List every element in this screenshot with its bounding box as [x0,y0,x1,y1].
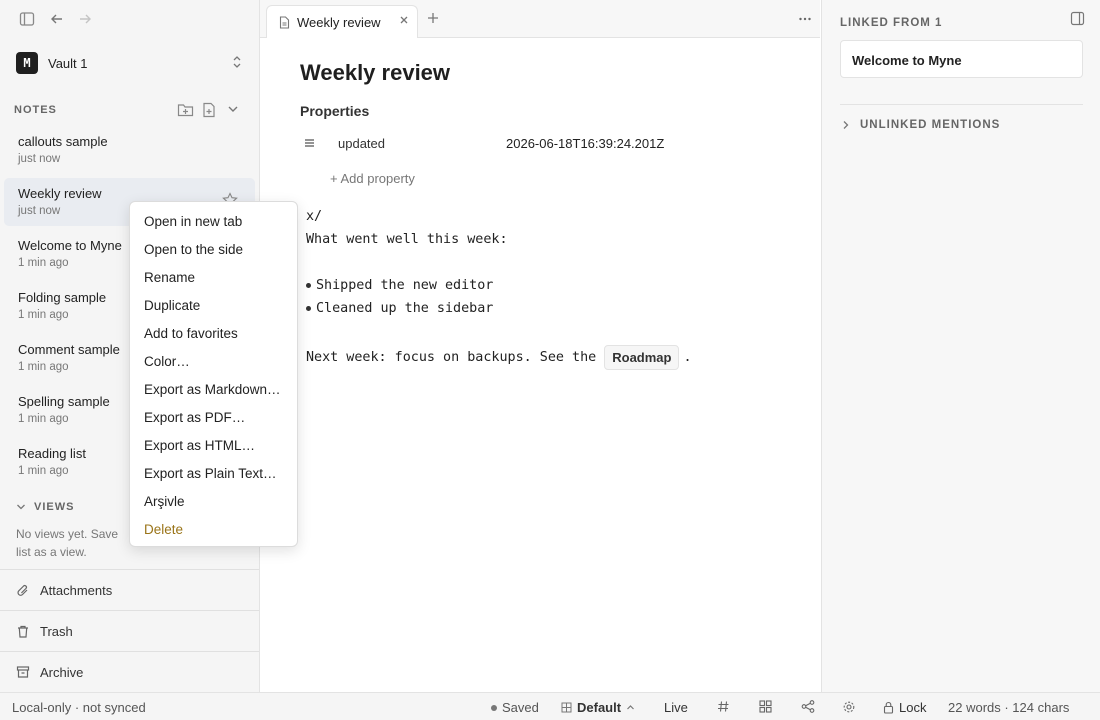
vault-switcher[interactable]: M Vault 1 [8,50,252,76]
linked-note-card[interactable]: Welcome to Myne [840,40,1083,78]
property-value[interactable]: 2026-06-18T16:39:24.201Z [506,136,664,151]
properties-heading: Properties [300,103,370,119]
back-arrow-icon[interactable] [48,10,66,28]
roadmap-link[interactable]: Roadmap [604,345,680,370]
editor-line[interactable]: Next week: focus on backups. See the Roa… [306,345,692,370]
note-context-menu: Open in new tab Open to the side Rename … [129,201,298,547]
list-item-text: Cleaned up the sidebar [316,301,494,316]
trash-icon [16,624,30,639]
more-options-icon[interactable] [798,12,812,26]
status-bar: Local-only · not synced Saved Default Li… [0,692,1100,720]
bullet-dot [306,283,311,288]
settings-gear-icon[interactable] [842,700,856,714]
chevron-up-down-icon [232,55,242,69]
chevron-up-icon [626,704,635,711]
list-item-text: Shipped the new editor [316,278,494,293]
notes-heading: NOTES [14,104,57,116]
archive-icon [16,665,30,679]
vault-name: Vault 1 [48,55,88,71]
new-note-icon[interactable] [202,102,216,118]
tab-label: Weekly review [297,14,381,30]
lock-icon [883,701,894,714]
linked-from-heading: LINKED FROM 1 [840,17,943,29]
saved-dot [491,704,497,711]
tab-weekly-review[interactable]: Weekly review [266,5,418,38]
graph-share-icon[interactable] [801,700,815,713]
chevron-down-icon[interactable] [227,104,239,114]
theme-selector[interactable]: Default [561,700,635,715]
editor-line[interactable]: x/ [306,209,322,224]
note-item-callouts-sample[interactable]: callouts sample just now [4,126,255,174]
editor-pane[interactable]: Weekly review Properties updated 2026-06… [260,38,820,692]
trash-label: Trash [40,623,73,639]
toggle-right-panel-icon[interactable] [1070,11,1085,26]
document-icon [279,15,290,29]
unlinked-mentions-heading: UNLINKED MENTIONS [860,119,1001,131]
new-folder-icon[interactable] [177,102,194,117]
trash-link[interactable]: Trash [0,610,259,651]
menu-item-delete[interactable]: Delete [130,515,297,543]
menu-item-export-pdf[interactable]: Export as PDF… [130,403,297,431]
saved-indicator: Saved [491,700,539,715]
vault-badge: M [16,52,38,74]
note-title: callouts sample [18,134,108,149]
paperclip-icon [16,583,30,598]
note-title: Weekly review [18,186,102,201]
menu-item-export-markdown[interactable]: Export as Markdown… [130,375,297,403]
attachments-label: Attachments [40,582,113,598]
views-heading: VIEWS [34,501,75,513]
hashtag-icon[interactable] [717,700,730,713]
menu-item-export-html[interactable]: Export as HTML… [130,431,297,459]
archive-link[interactable]: Archive [0,651,259,692]
lock-button[interactable]: Lock [883,700,926,715]
menu-item-duplicate[interactable]: Duplicate [130,291,297,319]
grid-view-icon[interactable] [759,700,772,713]
word-char-count: 22 words · 124 chars [948,700,1070,715]
attachments-link[interactable]: Attachments [0,569,259,610]
property-row[interactable]: updated 2026-06-18T16:39:24.201Z [300,134,780,156]
menu-item-open-to-the-side[interactable]: Open to the side [130,235,297,263]
menu-item-color[interactable]: Color… [130,347,297,375]
tab-bar: Weekly review [260,0,820,38]
views-empty-message: No views yet. Save list as a view. [16,527,119,559]
theme-label: Default [577,700,622,715]
bullet-dot [306,306,311,311]
archive-label: Archive [40,664,84,680]
sync-status: Local-only · not synced [12,700,146,715]
forward-arrow-icon[interactable] [76,10,94,28]
menu-item-add-to-favorites[interactable]: Add to favorites [130,319,297,347]
toggle-sidebar-icon[interactable] [18,10,36,28]
menu-item-archive[interactable]: Arşivle [130,487,297,515]
add-property-button[interactable]: + Add property [330,171,415,186]
new-tab-plus-icon[interactable] [426,11,440,25]
chevron-right-icon [842,120,850,130]
chevron-down-icon [16,503,26,511]
list-item[interactable]: Shipped the new editor [306,278,493,293]
menu-item-rename[interactable]: Rename [130,263,297,291]
period-text: . [683,350,692,365]
document-title[interactable]: Weekly review [300,60,450,86]
list-item[interactable]: Cleaned up the sidebar [306,301,493,316]
editor-line[interactable]: What went well this week: [306,232,508,247]
close-icon[interactable] [399,15,409,25]
lock-label: Lock [899,700,927,715]
next-week-text: Next week: focus on backups. See the [306,350,597,365]
divider [840,104,1083,105]
menu-item-export-plain-text[interactable]: Export as Plain Text… [130,459,297,487]
saved-label: Saved [502,700,539,715]
menu-item-open-in-new-tab[interactable]: Open in new tab [130,207,297,235]
note-time: just now [18,153,61,165]
property-key[interactable]: updated [338,136,385,151]
live-mode-button[interactable]: Live [664,700,688,715]
views-section-toggle[interactable]: VIEWS [16,501,74,513]
unlinked-mentions-toggle[interactable]: UNLINKED MENTIONS [842,119,1000,131]
list-lines-icon [304,138,315,148]
layout-grid-icon [561,702,572,713]
backlinks-panel: LINKED FROM 1 Welcome to Myne UNLINKED M… [821,0,1100,692]
